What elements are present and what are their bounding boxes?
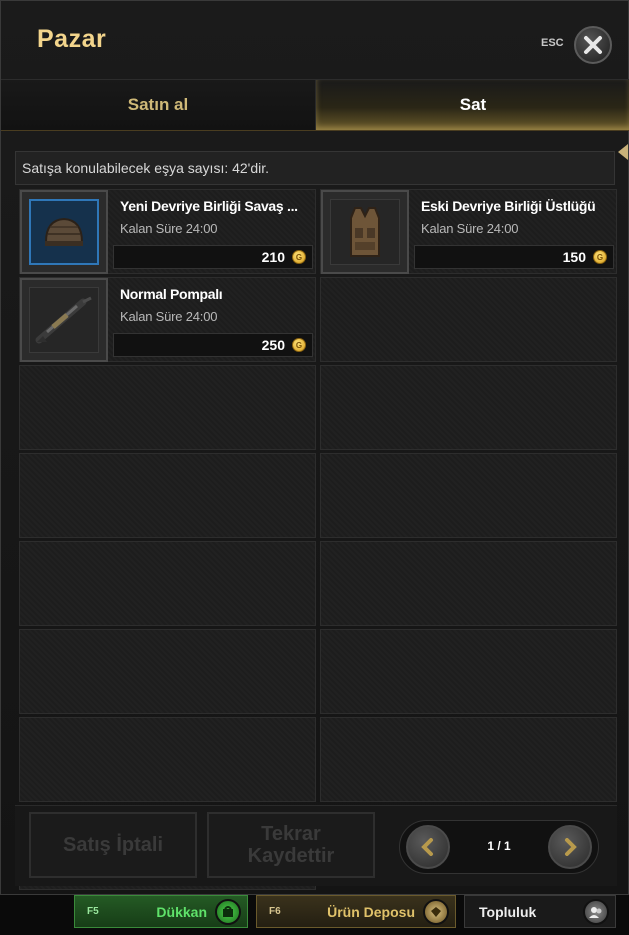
reregister-label-line2: Kaydettir [247,845,335,867]
empty-slot [320,453,617,538]
item-icon-frame [321,190,409,274]
item-slot[interactable]: Yeni Devriye Birliği Savaş ... Kalan Sür… [19,189,316,274]
empty-slot [320,629,617,714]
item-name: Eski Devriye Birliği Üstlüğü [421,198,596,214]
empty-slot [19,365,316,450]
item-slot[interactable]: Normal Pompalı Kalan Süre 24:00 250 G [19,277,316,362]
item-price: 250 G [113,333,313,357]
gold-coin-icon: G [292,250,306,264]
vest-icon [350,207,380,257]
storage-hotkey: F6 [269,906,281,917]
shop-hotkey: F5 [87,906,99,917]
community-icon [583,898,609,925]
esc-hint: ESC [541,37,564,49]
next-page-button[interactable] [548,825,592,869]
price-value: 150 [562,249,586,265]
item-name: Yeni Devriye Birliği Savaş ... [120,198,298,214]
bottom-taskbar: F5 Dükkan F6 Ürün Deposu Topluluk [0,895,629,935]
community-button[interactable]: Topluluk [464,895,616,928]
item-grid: Yeni Devriye Birliği Savaş ... Kalan Sür… [19,189,617,890]
sellable-count-text: Satışa konulabilecek eşya sayısı: 42'dir… [15,151,615,185]
price-value: 210 [261,249,285,265]
empty-slot [320,365,617,450]
shop-icon [215,898,241,925]
cancel-sale-button[interactable]: Satış İptali [29,812,197,878]
storage-icon [423,898,449,925]
shop-label: Dükkan [156,903,207,920]
action-bar: Satış İptali Tekrar Kaydettir 1 / 1 [15,805,617,886]
market-window: Pazar ESC Satın al Sat Satışa konulabile… [0,0,629,895]
gold-coin-icon: G [292,338,306,352]
community-label: Topluluk [479,903,537,920]
pagination: 1 / 1 [399,820,599,874]
item-remaining-time: Kalan Süre 24:00 [421,221,519,236]
gold-coin-icon: G [593,250,607,264]
item-slot[interactable]: Eski Devriye Birliği Üstlüğü Kalan Süre … [320,189,617,274]
tab-buy[interactable]: Satın al [1,80,316,130]
tab-bar: Satın al Sat [1,79,629,131]
reregister-label-line1: Tekrar [261,823,321,845]
storage-label: Ürün Deposu [327,903,415,920]
item-price: 150 G [414,245,614,269]
tab-sell[interactable]: Sat [316,80,629,130]
helmet-icon [44,217,84,246]
item-name: Normal Pompalı [120,286,223,302]
empty-slot [19,629,316,714]
window-title: Pazar [37,25,107,53]
empty-slot [19,541,316,626]
chevron-right-icon [565,838,577,856]
item-remaining-time: Kalan Süre 24:00 [120,221,218,236]
empty-slot [19,453,316,538]
empty-slot [19,717,316,802]
shop-button[interactable]: F5 Dükkan [74,895,248,928]
item-price: 210 G [113,245,313,269]
storage-button[interactable]: F6 Ürün Deposu [256,895,456,928]
close-button[interactable] [574,26,612,64]
close-icon [584,36,602,54]
price-value: 250 [261,337,285,353]
reregister-button[interactable]: Tekrar Kaydettir [207,812,375,878]
empty-slot [320,717,617,802]
shotgun-icon [35,296,92,344]
empty-slot [320,541,617,626]
empty-slot [320,277,617,362]
item-icon-frame [20,278,108,362]
item-icon-frame [20,190,108,274]
side-arrow-icon [618,144,628,160]
item-remaining-time: Kalan Süre 24:00 [120,309,218,324]
